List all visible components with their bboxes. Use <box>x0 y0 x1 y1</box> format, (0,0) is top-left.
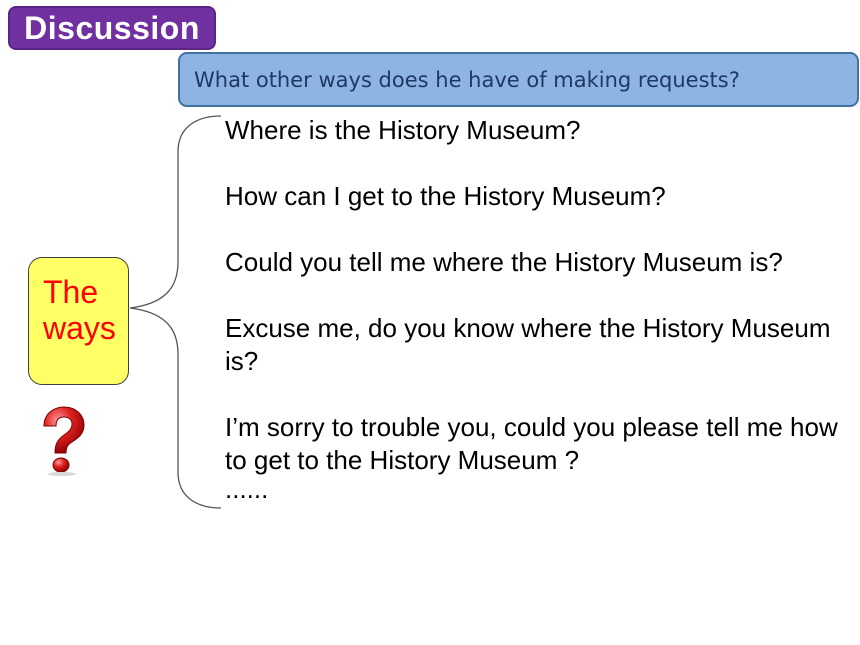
curly-brace <box>129 115 222 509</box>
list-item: Where is the History Museum? <box>225 115 581 145</box>
list-item: Could you tell me where the History Muse… <box>225 247 783 277</box>
question-text: What other ways does he have of making r… <box>194 67 740 92</box>
list-item: How can I get to the History Museum? <box>225 181 666 211</box>
question-banner: What other ways does he have of making r… <box>178 52 859 107</box>
request-list: Where is the History Museum? How can I g… <box>225 114 855 504</box>
topic-line-2: ways <box>43 310 116 346</box>
discussion-badge: Discussion <box>8 6 216 50</box>
list-item: I’m sorry to trouble you, could you plea… <box>225 412 838 475</box>
list-item: Excuse me, do you know where the History… <box>225 313 831 376</box>
topic-line-1: The <box>43 274 99 310</box>
question-mark-icon <box>43 406 85 476</box>
topic-box: The ways <box>28 257 129 385</box>
ellipsis-text: ...... <box>225 474 269 504</box>
